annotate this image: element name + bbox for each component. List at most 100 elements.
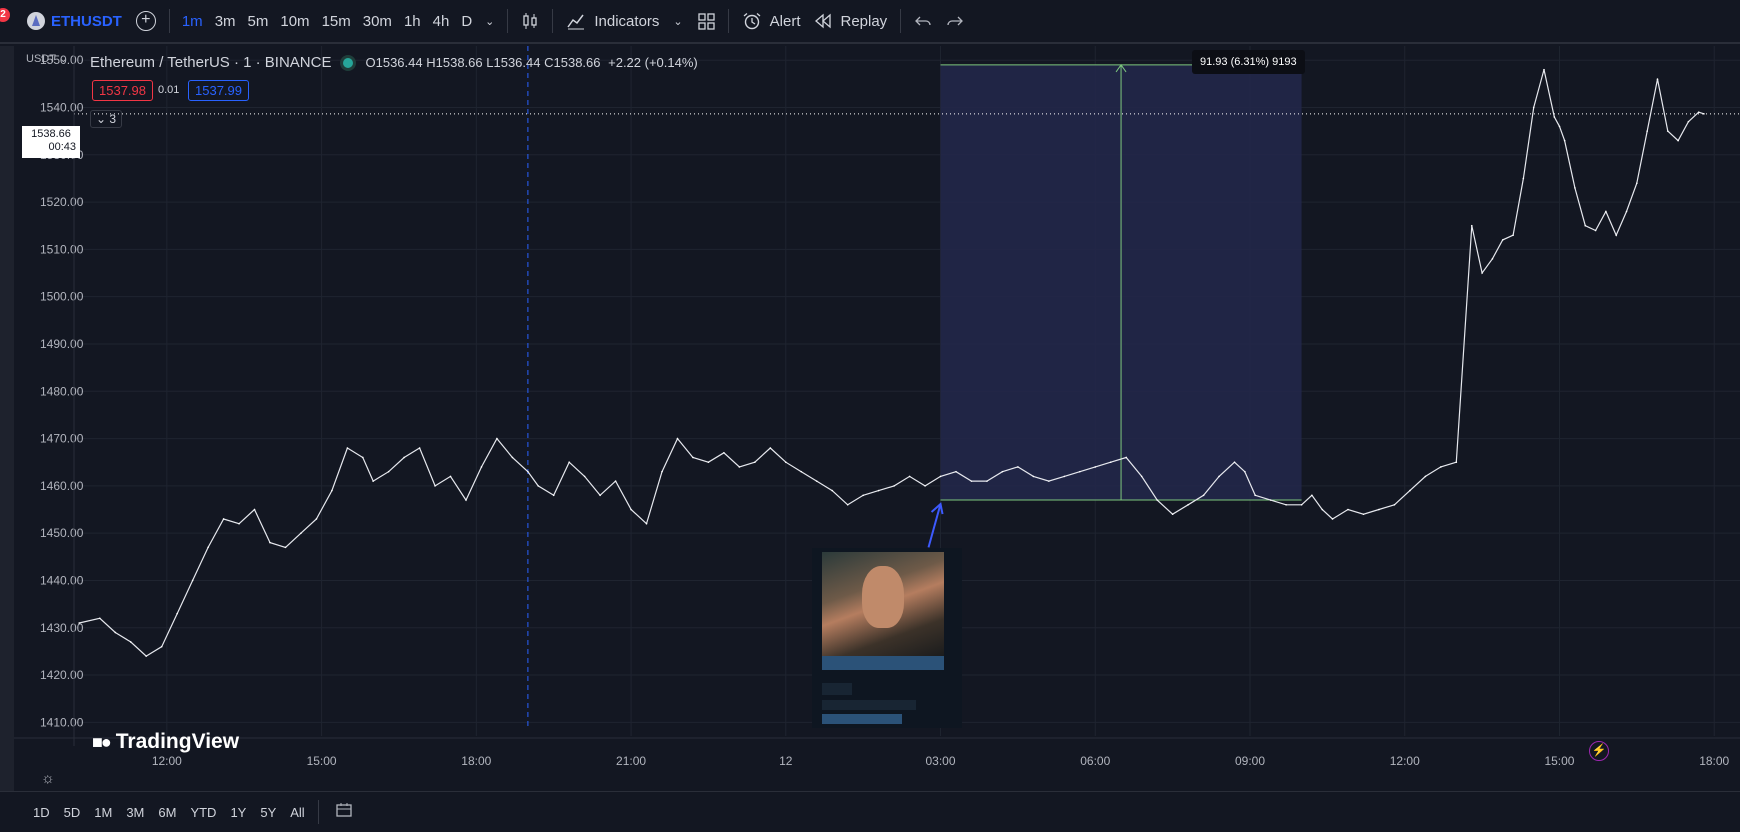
price-point — [222, 518, 225, 520]
alert-button[interactable]: Alert — [735, 0, 808, 43]
interval-D[interactable]: D — [455, 0, 478, 43]
undo-icon — [915, 16, 931, 26]
ethereum-logo-icon — [27, 12, 45, 30]
price-point — [1078, 470, 1081, 473]
x-tick-label: 18:00 — [1699, 754, 1729, 768]
indicators-label: Indicators — [594, 12, 660, 30]
price-point — [98, 617, 101, 620]
redo-button[interactable] — [939, 0, 971, 43]
price-point — [893, 485, 895, 487]
interval-dropdown-button[interactable]: ⌄ — [478, 0, 501, 43]
range-5D[interactable]: 5D — [57, 805, 88, 820]
open-value: 1536.44 — [375, 55, 423, 70]
interval-15m[interactable]: 15m — [316, 0, 357, 43]
indicators-collapse-button[interactable]: ⌄ 3 — [90, 110, 123, 128]
embedded-chat-screenshot — [812, 548, 962, 728]
price-point — [800, 470, 803, 473]
price-point — [1001, 470, 1004, 473]
price-point — [661, 470, 663, 473]
price-point — [1697, 111, 1700, 114]
range-6M[interactable]: 6M — [151, 805, 183, 820]
lightning-icon[interactable]: ⚡ — [1589, 741, 1609, 761]
watermark-text: TradingView — [115, 730, 240, 753]
chat-bubble — [822, 656, 944, 670]
interval-1h[interactable]: 1h — [398, 0, 427, 43]
layout-templates-button[interactable] — [690, 0, 722, 43]
chart-type-button[interactable] — [514, 0, 546, 43]
price-point — [1636, 182, 1638, 184]
indicators-dropdown-button[interactable]: ⌄ — [666, 0, 689, 43]
change-value: +2.22 (+0.14%) — [608, 55, 698, 70]
measure-tool-label[interactable]: 91.93 (6.31%) 9193 — [1192, 50, 1305, 74]
price-point — [924, 485, 926, 487]
notification-badge[interactable]: 2 — [0, 8, 10, 22]
price-point — [614, 480, 617, 482]
goto-date-button[interactable] — [335, 802, 353, 822]
price-point — [630, 508, 632, 511]
symbol-search-button[interactable]: ETHUSDT — [20, 0, 129, 43]
replay-button[interactable]: Replay — [807, 0, 894, 43]
redo-icon — [947, 16, 964, 26]
price-point — [145, 655, 148, 657]
interval-30m[interactable]: 30m — [357, 0, 398, 43]
compare-symbol-button[interactable]: + — [129, 0, 163, 43]
interval-4h[interactable]: 4h — [427, 0, 456, 43]
price-point — [1481, 272, 1483, 274]
chat-bubble — [822, 714, 902, 724]
price-point — [1543, 68, 1545, 71]
high-value: 1538.66 — [435, 55, 483, 70]
interval-1m[interactable]: 1m — [176, 0, 209, 43]
price-point — [1584, 224, 1587, 227]
price-point — [583, 475, 586, 478]
price-point — [114, 631, 117, 634]
price-point — [129, 641, 132, 643]
range-1M[interactable]: 1M — [87, 805, 119, 820]
indicators-button[interactable]: Indicators — [559, 0, 666, 43]
sell-button[interactable]: 1537.98 — [92, 80, 153, 101]
price-point — [331, 489, 333, 492]
market-status-icon[interactable] — [343, 57, 354, 68]
replay-label: Replay — [840, 12, 888, 30]
interval-5m[interactable]: 5m — [242, 0, 275, 43]
range-5Y[interactable]: 5Y — [253, 805, 283, 820]
price-point — [1156, 499, 1158, 501]
price-point — [496, 437, 498, 440]
currency-selector[interactable]: USDT ⌄ — [26, 52, 68, 65]
price-point — [1440, 466, 1442, 468]
range-1D[interactable]: 1D — [26, 805, 57, 820]
price-point — [1109, 461, 1112, 464]
price-point — [1615, 234, 1618, 236]
buy-button[interactable]: 1537.99 — [188, 80, 249, 101]
interval-10m[interactable]: 10m — [274, 0, 315, 43]
price-point — [1558, 125, 1561, 128]
range-YTD[interactable]: YTD — [183, 805, 223, 820]
price-point — [738, 466, 741, 468]
x-tick-label: 15:00 — [307, 754, 337, 768]
interval-3m[interactable]: 3m — [209, 0, 242, 43]
price-point — [418, 447, 421, 449]
price-point — [160, 645, 163, 648]
high-label: H — [426, 55, 436, 70]
range-All[interactable]: All — [283, 805, 311, 820]
price-point — [315, 518, 318, 520]
tradingview-watermark: ■● TradingView — [92, 730, 239, 754]
price-point — [465, 499, 467, 501]
price-point — [1625, 210, 1628, 213]
undo-button[interactable] — [907, 0, 939, 43]
chart-legend: Ethereum / TetherUS · 1 · BINANCE O1536.… — [90, 54, 698, 71]
x-tick-label: 03:00 — [926, 754, 956, 768]
range-3M[interactable]: 3M — [119, 805, 151, 820]
settings-sun-icon[interactable]: ☼ — [41, 770, 55, 787]
ohlc-values: O1536.44 H1538.66 L1536.44 C1538.66 +2.2… — [365, 55, 697, 70]
x-tick-label: 15:00 — [1544, 754, 1574, 768]
price-point — [362, 456, 364, 459]
price-point — [1677, 139, 1679, 142]
price-point — [877, 489, 880, 492]
x-tick-label: 12:00 — [1390, 754, 1420, 768]
price-point — [1409, 489, 1411, 492]
x-tick-label: 21:00 — [616, 754, 646, 768]
price-point — [1666, 130, 1669, 132]
y-tick-label: 1440.00 — [40, 573, 84, 587]
symbol-title[interactable]: Ethereum / TetherUS · 1 · BINANCE — [90, 54, 331, 71]
range-1Y[interactable]: 1Y — [223, 805, 253, 820]
